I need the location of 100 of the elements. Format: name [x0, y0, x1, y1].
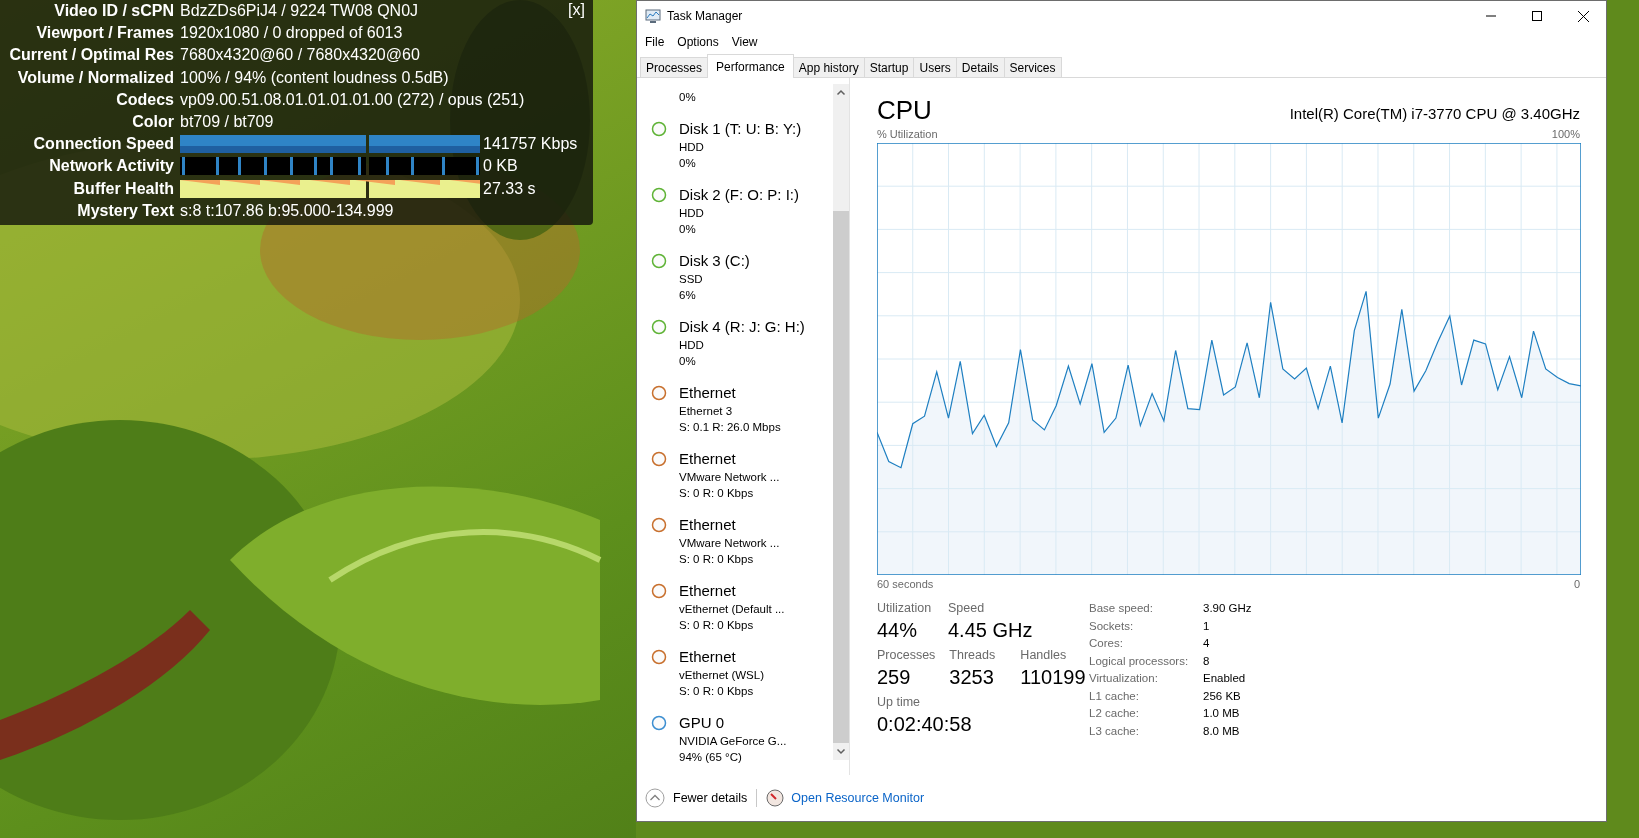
spec-label: Virtualization: [1089, 671, 1159, 686]
stat-value: 3253 [949, 665, 995, 690]
device-usage: S: 0 R: 0 Kbps [679, 486, 755, 501]
stat-label: Volume / Normalized [16, 68, 175, 87]
chevron-up-icon [645, 788, 665, 808]
spec-value: 8.0 MB [1203, 723, 1241, 739]
device-usage: 94% (65 °C) [679, 750, 743, 765]
stat-value: bt709 / bt709 [180, 113, 274, 132]
stat-label: Video ID / sCPN [53, 2, 175, 21]
device-usage: S: 0 R: 0 Kbps [679, 684, 755, 699]
device-type: HDD [679, 206, 705, 221]
scrollbar[interactable] [833, 84, 849, 760]
spec-value: 256 KB [1203, 688, 1242, 704]
scroll-thumb[interactable] [833, 211, 849, 743]
spec-value: 3.90 GHz [1203, 601, 1252, 616]
device-usage: S: 0.1 R: 26.0 Mbps [679, 420, 781, 435]
device-usage: 6% [679, 288, 697, 303]
spec-value: 4 [1203, 636, 1211, 651]
stat-value: s:8 t:107.86 b:95.000-134.999 [180, 201, 394, 220]
tab[interactable]: Services [1003, 57, 1062, 77]
device-name[interactable]: Ethernet [679, 383, 781, 403]
device-name[interactable]: GPU 0 [679, 713, 787, 733]
axis-label: % Utilization [877, 128, 938, 140]
device-usage: S: 0 R: 0 Kbps [679, 552, 755, 567]
stat-label: Current / Optimal Res [8, 46, 175, 65]
stat-label: Handles [1020, 647, 1068, 664]
stat-label: Up time [877, 694, 922, 711]
device-type: HDD [679, 140, 705, 155]
processor-name: Intel(R) Core(TM) i7-3770 CPU @ 3.40GHz [1289, 105, 1580, 122]
device-name[interactable]: Disk 2 (F: O: P: I:) [679, 185, 799, 205]
spec-label: L2 cache: [1089, 706, 1140, 721]
maximize-icon [1532, 11, 1542, 21]
stat-value: 44% [877, 618, 919, 643]
device-type: NVIDIA GeForce G... [679, 734, 787, 749]
stat-value: 0:02:40:58 [877, 712, 972, 737]
spec-label: Logical processors: [1089, 653, 1190, 669]
device-name[interactable]: Ethernet [679, 449, 780, 469]
stat-label: Codecs [115, 90, 175, 109]
spec-value: 1 [1203, 618, 1211, 634]
panel-title: CPU [877, 94, 932, 126]
window-title: Task Manager [667, 9, 743, 23]
gauge-icon [766, 789, 785, 807]
stat-value: 7680x4320@60 / 7680x4320@60 [180, 46, 420, 65]
device-type: HDD [679, 338, 705, 353]
spec-label: Cores: [1089, 636, 1124, 651]
monitor-chart-icon [645, 8, 661, 24]
stat-label: Connection Speed [32, 135, 175, 154]
menu-item[interactable]: View [731, 35, 758, 49]
axis-label: 100% [1551, 128, 1580, 140]
device-type: vEthernet (WSL) [679, 668, 764, 683]
stat-label: Threads [949, 647, 997, 664]
stat-value: 259 [877, 665, 912, 690]
device-name[interactable]: Disk 1 (T: U: B: Y:) [679, 119, 802, 139]
stat-value: 4.45 GHz [948, 618, 1033, 643]
stat-value: 27.33 s [483, 179, 536, 198]
device-type: VMware Network ... [679, 470, 780, 485]
stat-value: 110199 [1020, 665, 1086, 690]
tab[interactable]: Startup [863, 57, 915, 77]
stat-label: Processes [877, 647, 936, 664]
spec-label: L1 cache: [1089, 688, 1140, 704]
device-name[interactable]: Disk 3 (C:) [679, 251, 750, 271]
spec-value: 1.0 MB [1203, 706, 1241, 721]
device-usage: 0% [679, 222, 697, 237]
spec-value: 8 [1203, 653, 1211, 669]
menu-item[interactable]: Options [677, 35, 719, 49]
spec-label: Base speed: [1089, 601, 1154, 616]
stat-label: Network Activity [48, 157, 175, 176]
stat-value: 100% / 94% (content loudness 0.5dB) [180, 68, 449, 87]
spec-label: Sockets: [1089, 618, 1135, 634]
stat-label: Utilization [877, 600, 933, 617]
tab[interactable]: App history [792, 57, 865, 77]
axis-label: 60 seconds [877, 578, 934, 590]
resource-monitor-link[interactable]: Open Resource Monitor [791, 791, 925, 805]
spec-value: Enabled [1203, 671, 1247, 686]
tab[interactable]: Users [913, 57, 957, 77]
stat-value: 1920x1080 / 0 dropped of 6013 [180, 24, 403, 43]
stat-value: BdzZDs6PiJ4 / 9224 TW08 QN0J [180, 2, 419, 21]
device-usage: 0% [679, 354, 697, 369]
fewer-details-button[interactable]: Fewer details [645, 788, 748, 808]
device-name[interactable]: Ethernet [679, 515, 780, 535]
axis-label: 0 [1573, 578, 1580, 590]
device-name[interactable]: Ethernet [679, 581, 785, 601]
tab[interactable]: Processes [640, 57, 709, 77]
tab[interactable]: Performance [707, 54, 794, 78]
close-icon [1577, 10, 1589, 22]
menu-item[interactable]: File [645, 35, 665, 49]
stat-label: Buffer Health [72, 179, 175, 198]
device-type: SSD [679, 272, 704, 287]
stat-value: 141757 Kbps [483, 135, 578, 154]
tab[interactable]: Details [955, 57, 1005, 77]
stat-label: Viewport / Frames [35, 24, 175, 43]
device-type: vEthernet (Default ... [679, 602, 785, 617]
close-button[interactable]: [x] [568, 1, 585, 19]
spec-label: L3 cache: [1089, 723, 1140, 739]
device-usage: S: 0 R: 0 Kbps [679, 618, 755, 633]
stat-label: Mystery Text [76, 201, 175, 220]
device-usage: 0% [679, 156, 697, 171]
stat-value: vp09.00.51.08.01.01.01.01.00 (272) / opus (251) [180, 90, 525, 109]
device-name[interactable]: Disk 4 (R: J: G: H:) [679, 317, 805, 337]
device-name[interactable]: Ethernet [679, 647, 764, 667]
